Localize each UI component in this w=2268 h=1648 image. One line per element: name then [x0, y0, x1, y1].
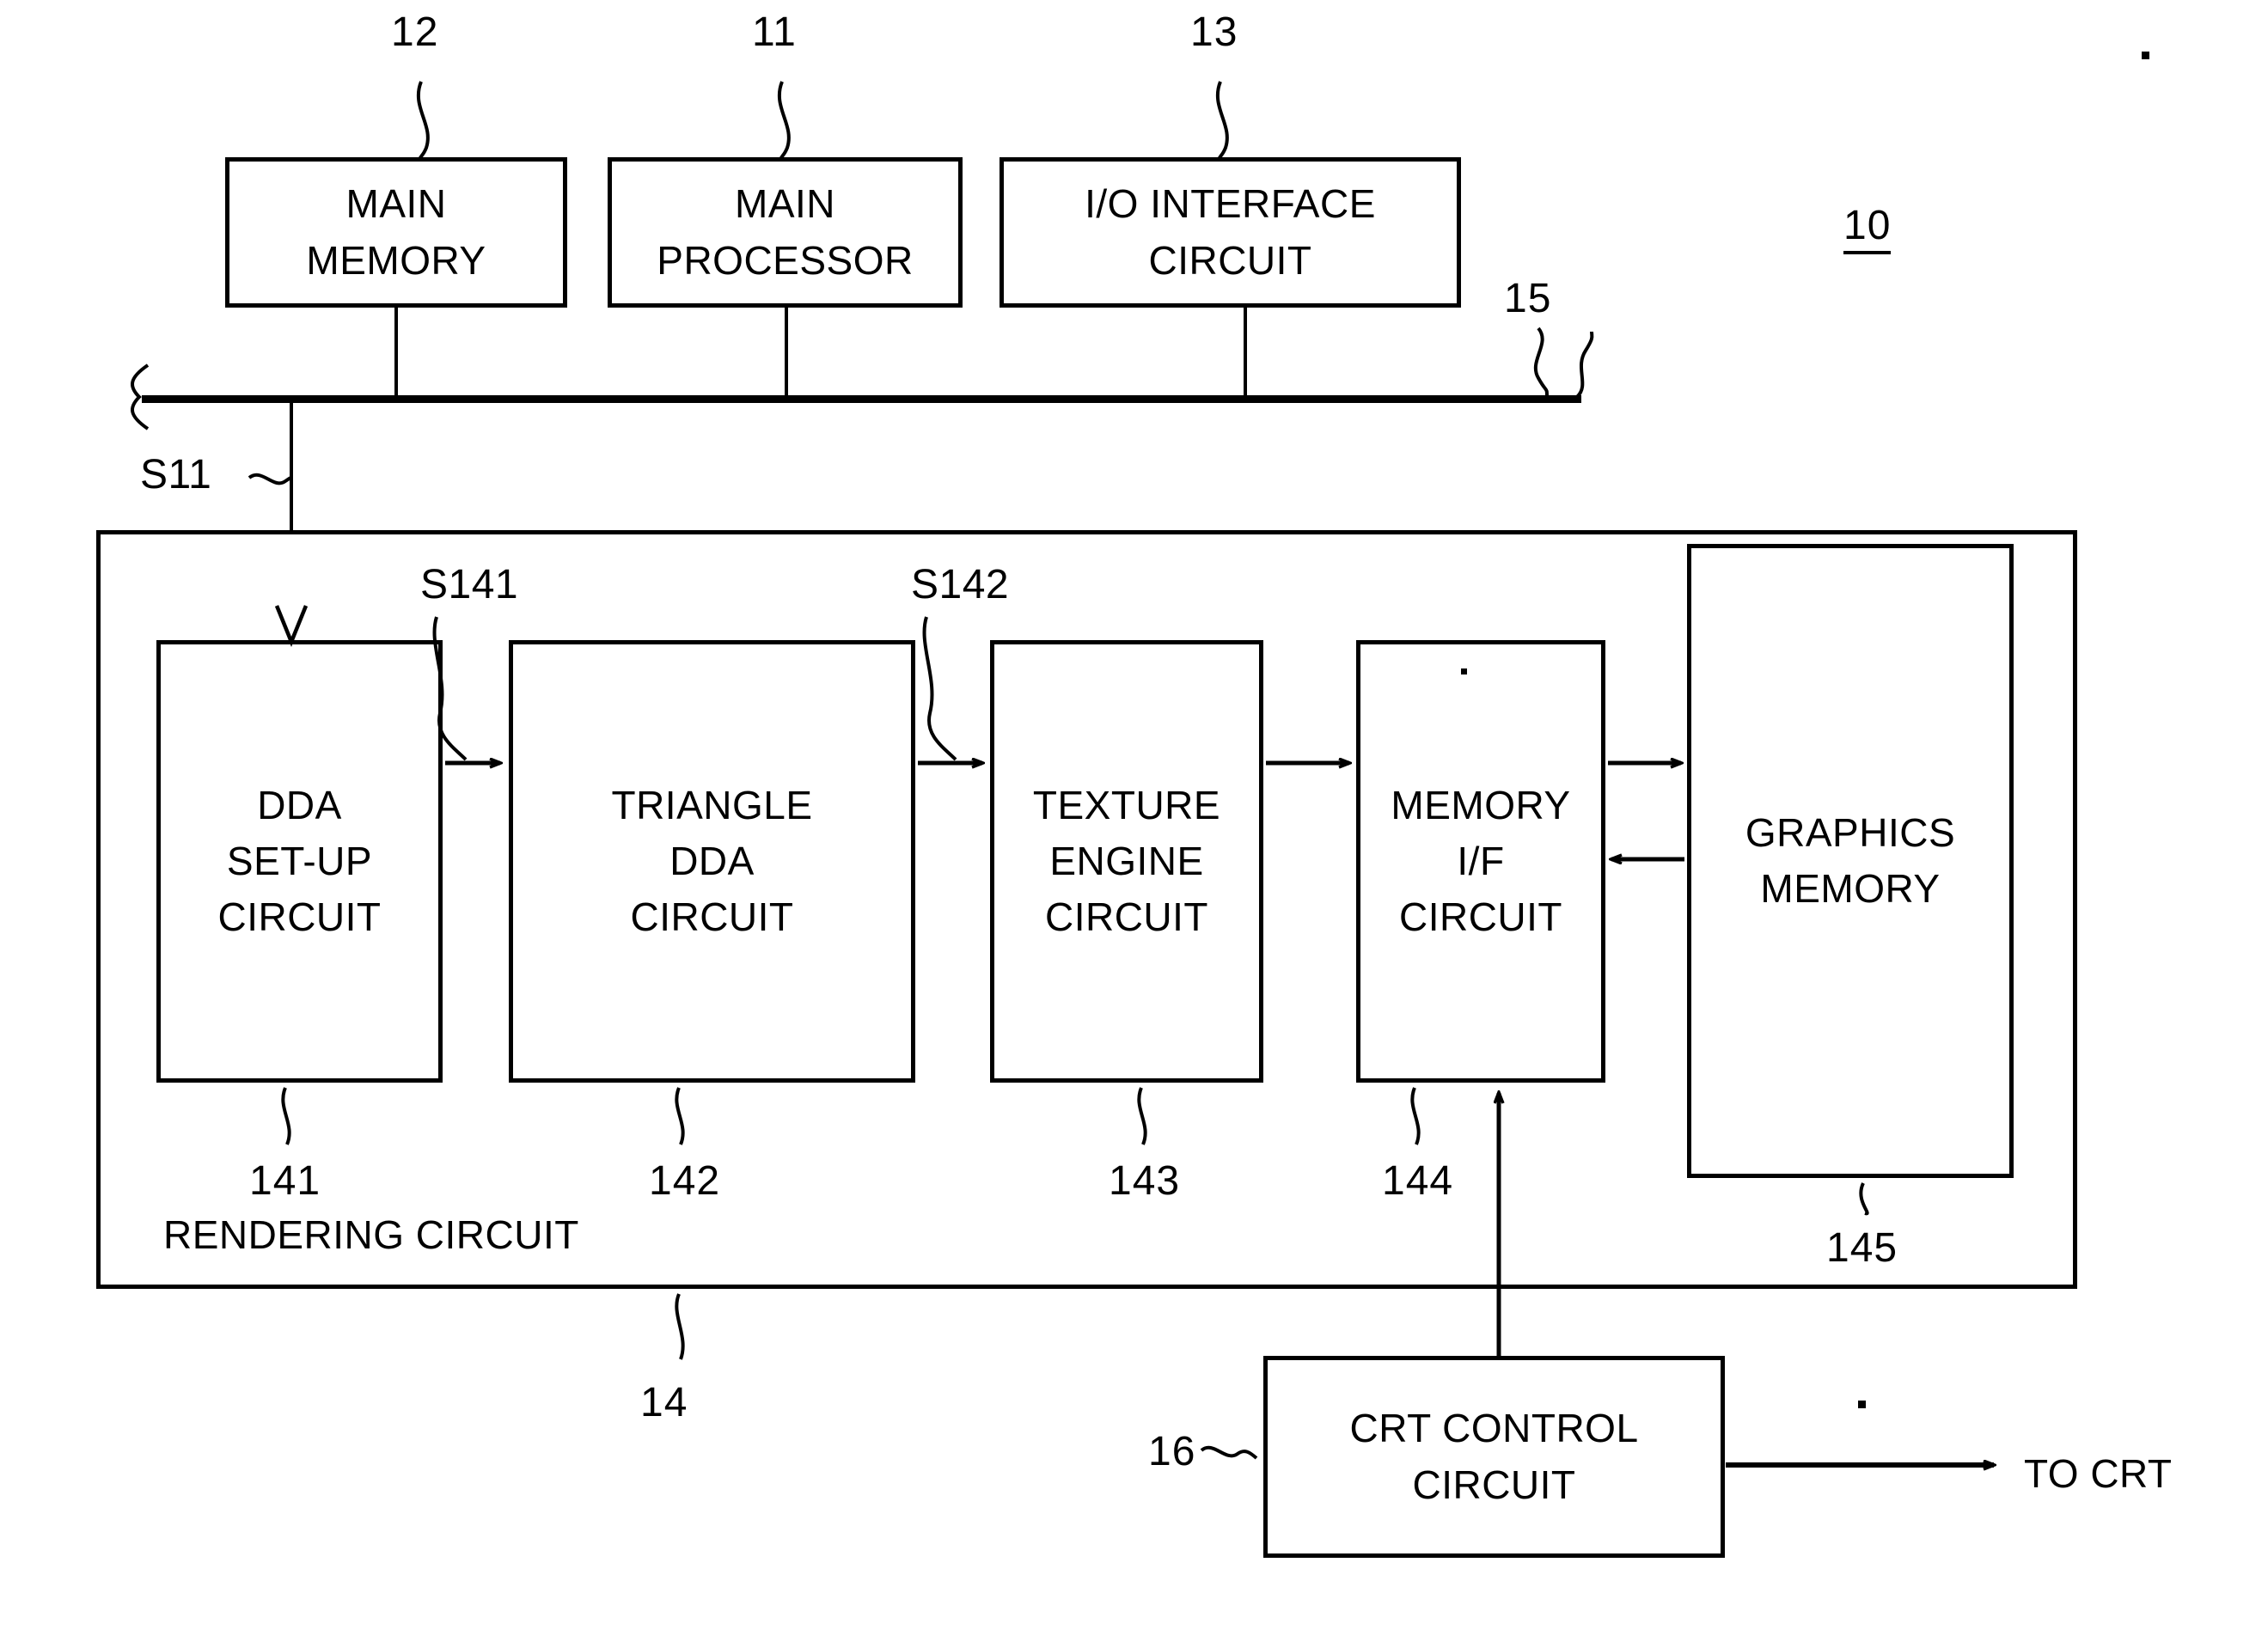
leader-s11	[248, 473, 292, 485]
block-crt-control-line-2: CIRCUIT	[1412, 1462, 1576, 1507]
ref-numeral-142: 142	[649, 1158, 721, 1204]
ref-numeral-16: 16	[1148, 1429, 1196, 1474]
leader-13	[1215, 81, 1229, 161]
block-texture-engine-line-1: TEXTURE	[1032, 782, 1221, 827]
to-crt-label: TO CRT	[2024, 1451, 2173, 1496]
bus-right-curl	[1533, 327, 1549, 398]
leader-16	[1200, 1445, 1258, 1460]
block-main-processor-line-2: PROCESSOR	[657, 237, 914, 283]
ref-numeral-11: 11	[752, 9, 797, 55]
block-triangle-dda-circuit[interactable]: TRIANGLE DDA CIRCUIT	[509, 640, 915, 1083]
block-main-processor-line-1: MAIN	[735, 181, 835, 227]
block-triangle-dda-line-2: DDA	[669, 838, 755, 883]
block-io-interface-circuit[interactable]: I/O INTERFACE CIRCUIT	[1000, 157, 1461, 308]
block-crt-control-line-1: CRT CONTROL	[1349, 1406, 1639, 1451]
block-dda-set-up-line-3: CIRCUIT	[217, 894, 382, 940]
signal-label-s141: S141	[420, 562, 519, 607]
block-io-interface-line-1: I/O INTERFACE	[1085, 181, 1376, 227]
block-dda-set-up-circuit[interactable]: DDA SET-UP CIRCUIT	[156, 640, 443, 1083]
connector-main-memory-to-bus	[394, 308, 398, 400]
ref-numeral-13: 13	[1190, 9, 1238, 55]
block-texture-engine-line-2: ENGINE	[1049, 838, 1204, 883]
scan-artifact-dot	[1461, 668, 1467, 674]
scan-artifact-dot-3	[1858, 1401, 1866, 1408]
ref-numeral-15: 15	[1504, 276, 1552, 321]
scan-artifact-dot-2	[2142, 52, 2149, 59]
block-crt-control-circuit[interactable]: CRT CONTROL CIRCUIT	[1263, 1356, 1725, 1558]
ref-numeral-145: 145	[1826, 1225, 1898, 1271]
signal-label-s142: S142	[911, 562, 1010, 607]
block-memory-if-line-3: CIRCUIT	[1398, 894, 1563, 940]
leader-12	[416, 81, 430, 161]
leader-14	[675, 1293, 685, 1360]
block-graphics-memory-line-2: MEMORY	[1760, 866, 1941, 911]
block-main-processor[interactable]: MAIN PROCESSOR	[608, 157, 963, 308]
block-dda-set-up-line-2: SET-UP	[226, 838, 373, 883]
block-io-interface-line-2: CIRCUIT	[1148, 237, 1312, 283]
block-graphics-memory-line-1: GRAPHICS	[1745, 809, 1956, 855]
block-memory-if-line-1: MEMORY	[1391, 782, 1571, 827]
block-triangle-dda-line-3: CIRCUIT	[630, 894, 794, 940]
block-main-memory-line-1: MAIN	[345, 181, 447, 227]
bus-right-curl-b	[1575, 331, 1594, 399]
block-memory-if-line-2: I/F	[1457, 838, 1505, 883]
block-memory-if-circuit[interactable]: MEMORY I/F CIRCUIT	[1356, 640, 1605, 1083]
signal-label-s11: S11	[140, 452, 212, 497]
block-main-memory[interactable]: MAIN MEMORY	[225, 157, 567, 308]
block-texture-engine-line-3: CIRCUIT	[1044, 894, 1209, 940]
ref-numeral-144: 144	[1382, 1158, 1454, 1204]
ref-numeral-143: 143	[1109, 1158, 1181, 1204]
block-triangle-dda-line-1: TRIANGLE	[611, 782, 813, 827]
block-main-memory-line-2: MEMORY	[306, 237, 486, 283]
rendering-circuit-caption: RENDERING CIRCUIT	[163, 1212, 579, 1257]
block-graphics-memory[interactable]: GRAPHICS MEMORY	[1687, 544, 2014, 1178]
connector-main-processor-to-bus	[785, 308, 788, 400]
system-bus	[142, 395, 1581, 403]
ref-numeral-10: 10	[1843, 202, 1892, 254]
block-texture-engine-circuit[interactable]: TEXTURE ENGINE CIRCUIT	[990, 640, 1263, 1083]
connector-io-interface-to-bus	[1244, 308, 1247, 400]
leader-11	[777, 81, 791, 161]
ref-numeral-141: 141	[249, 1158, 321, 1204]
ref-numeral-14: 14	[640, 1380, 688, 1425]
block-dda-set-up-line-1: DDA	[257, 782, 342, 827]
figure-canvas: 12 11 13 10 15 MAIN MEMORY MAIN PROCESSO…	[0, 0, 2268, 1648]
ref-numeral-12: 12	[391, 9, 439, 55]
